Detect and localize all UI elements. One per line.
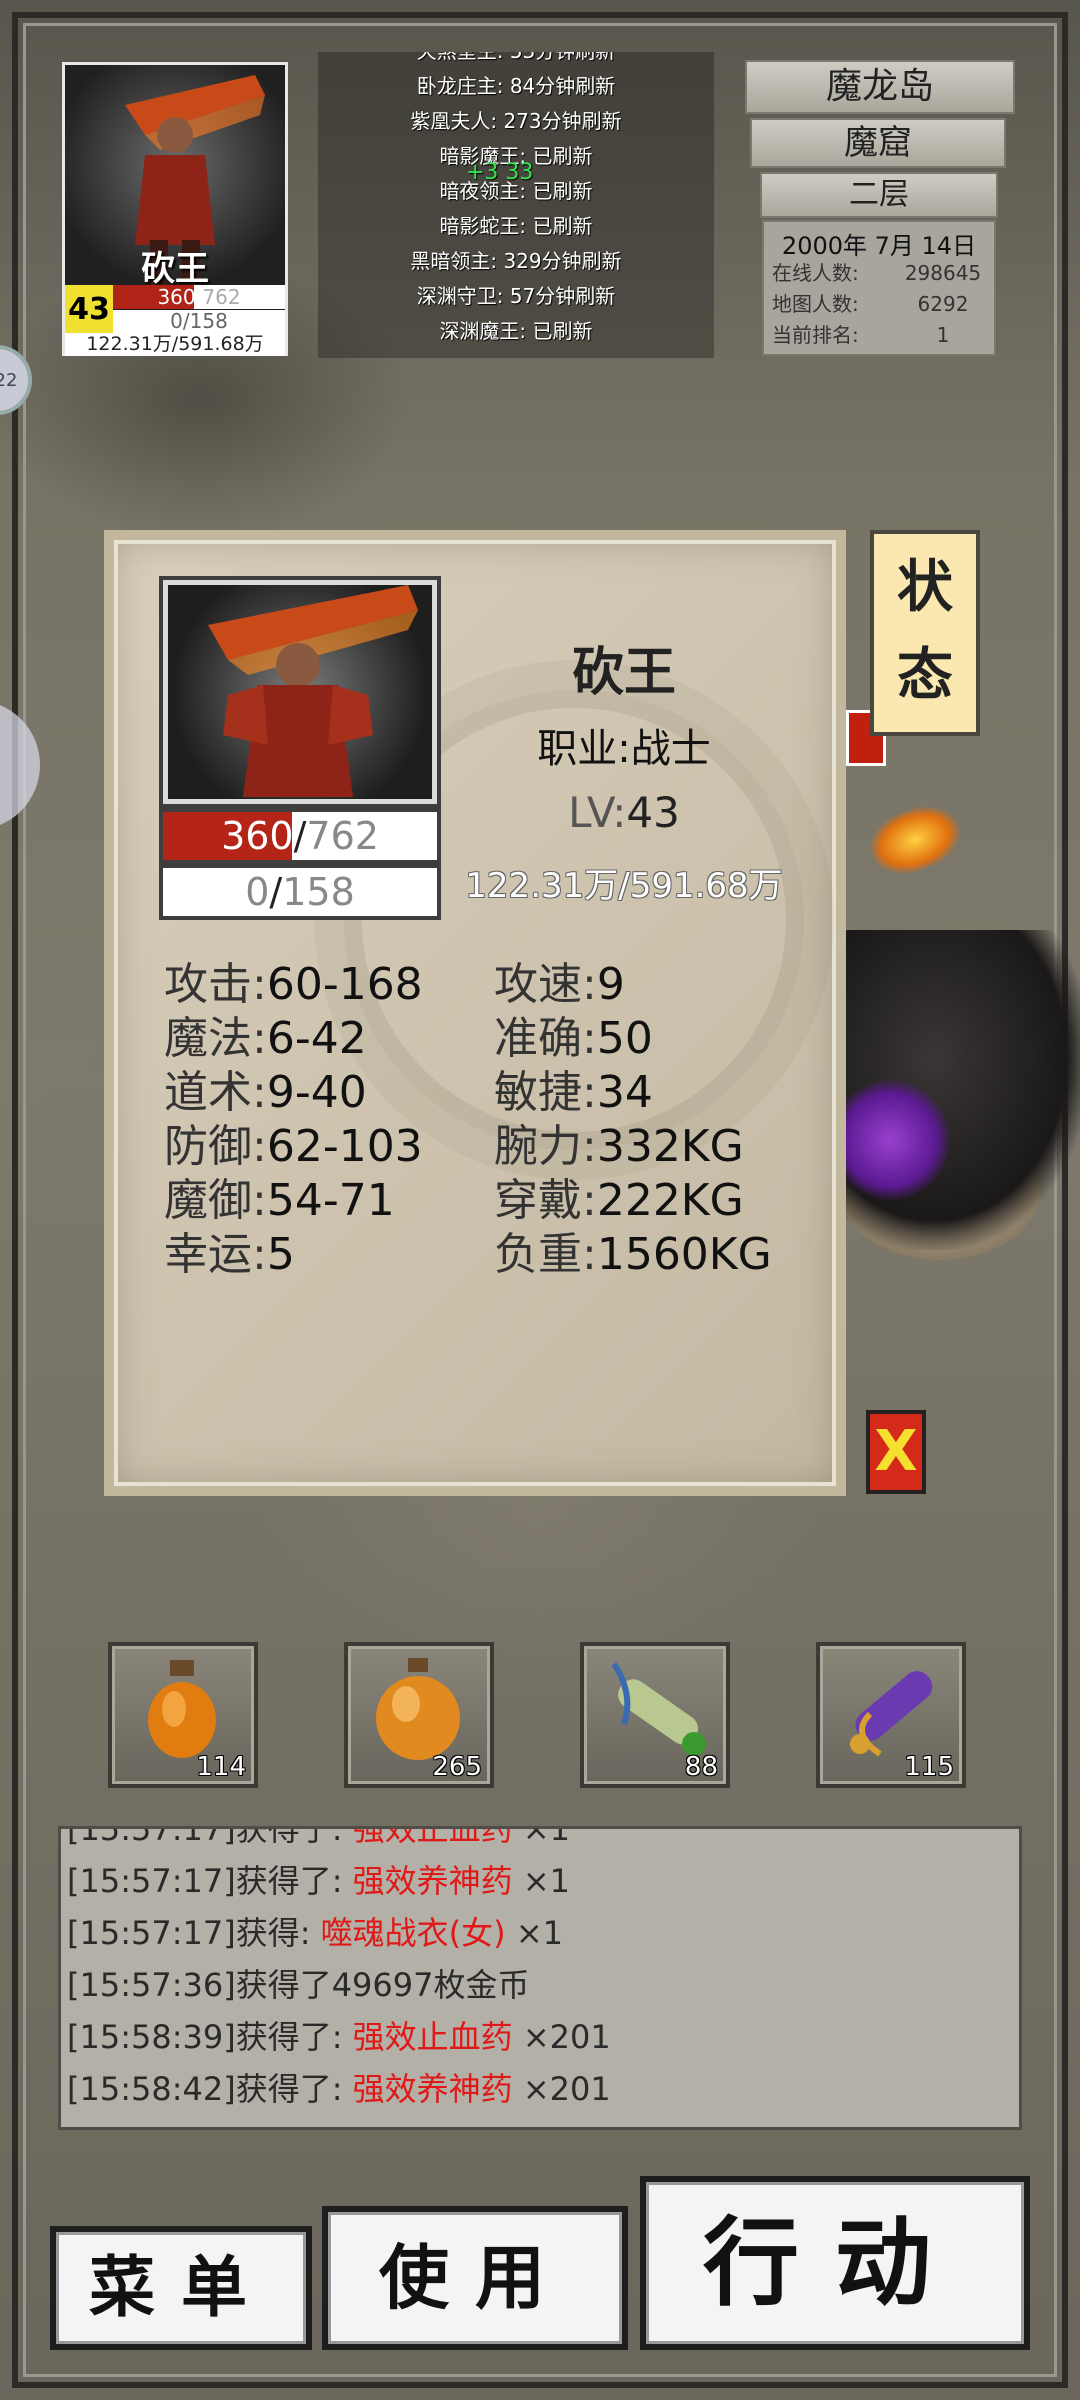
stat-label: 腕力: <box>494 1121 597 1172</box>
action-button[interactable]: 行动 <box>640 2176 1030 2350</box>
boss-refresh-row: 深渊守卫: 57分钟刷新 <box>416 284 616 308</box>
stat-value: 60-168 <box>266 959 423 1010</box>
stat-row: 敏捷:34 <box>494 1066 824 1120</box>
stat-value: 1560KG <box>596 1229 772 1280</box>
hud-hp-bar: 360/762 <box>113 285 285 309</box>
game-date: 2000年 7月 14日 <box>781 232 977 260</box>
server-info-panel: 2000年 7月 14日 在线人数: 298645 地图人数: 6292 当前排名:… <box>762 220 996 356</box>
small-potion-icon <box>148 1660 216 1758</box>
stat-row: 幸运:5 <box>164 1228 494 1282</box>
side-tab-text: 22 <box>0 369 18 391</box>
item-count: 265 <box>432 1752 482 1782</box>
stat-row: 腕力:332KG <box>494 1120 824 1174</box>
floating-damage-text: +3 33 <box>466 160 534 185</box>
hud-mp-bar: 0/158 <box>113 310 285 333</box>
character-status-panel: 360/762 0/158 砍王 职业:战士 LV:43 122.31万/591… <box>104 530 846 1496</box>
tab-status[interactable]: 状 态 <box>870 530 980 736</box>
map-count-row: 地图人数: 6292 <box>772 292 969 316</box>
hp-text: 360/762 <box>221 814 379 858</box>
boss-refresh-row: 黑暗领主: 329分钟刷新 <box>410 249 622 273</box>
log-line-clipped: [15:57:17]获得了: 强效止血药 ×1 <box>67 1826 571 1848</box>
hp-bar: 360/762 <box>159 808 441 864</box>
hero-level: LV:43 <box>568 788 680 837</box>
stat-row: 攻击:60-168 <box>164 958 494 1012</box>
purple-scroll-icon <box>850 1671 933 1757</box>
monster-purple-aura <box>830 1080 950 1200</box>
log-line: [15:58:39]获得了: 强效止血药 ×201 <box>67 2018 611 2056</box>
item-count: 114 <box>196 1752 246 1782</box>
boss-refresh-row: 紫凰夫人: 273分钟刷新 <box>410 109 622 133</box>
rank-row: 当前排名: 1 <box>772 323 950 347</box>
hero-portrait-hud[interactable]: 砍王 43 360/762 0/158 122.31万/591.68万 <box>62 62 288 356</box>
item-slot-small-potion[interactable]: 114 <box>108 1642 258 1788</box>
item-slot-green-scroll[interactable]: 88 <box>580 1642 730 1788</box>
stat-value: 9-40 <box>266 1067 367 1118</box>
message-log[interactable]: [15:57:17]获得了: 强效止血药 ×1 [15:57:17]获得了: 强效… <box>58 1826 1022 2130</box>
hero-exp: 122.31万/591.68万 <box>465 866 783 906</box>
stat-value: 6-42 <box>266 1013 367 1064</box>
green-scroll-icon <box>611 1662 706 1756</box>
stat-value: 50 <box>596 1013 653 1064</box>
stat-row: 防御:62-103 <box>164 1120 494 1174</box>
stat-row: 负重:1560KG <box>494 1228 824 1282</box>
boss-refresh-row: 天煞堂主: 53分钟刷新 <box>318 52 714 69</box>
stat-label: 穿戴: <box>494 1175 597 1226</box>
hero-portrait-large <box>159 576 441 808</box>
item-slot-purple-scroll[interactable]: 115 <box>816 1642 966 1788</box>
menu-button[interactable]: 菜单 <box>50 2226 312 2350</box>
stat-row: 攻速:9 <box>494 958 824 1012</box>
hud-level-badge: 43 <box>65 285 113 333</box>
stat-label: 攻速: <box>494 959 597 1010</box>
hud-hero-name: 砍王 <box>141 249 209 289</box>
stat-row: 穿戴:222KG <box>494 1174 824 1228</box>
stat-value: 54-71 <box>266 1175 395 1226</box>
log-line: [15:57:17]获得: 噬魂战衣(女) ×1 <box>67 1914 563 1952</box>
location-area: 魔窟 <box>750 118 1006 168</box>
item-count: 115 <box>904 1752 954 1782</box>
hud-hp-text: 360/762 <box>157 285 241 309</box>
stat-label: 幸运: <box>164 1229 267 1280</box>
log-line: [15:57:17]获得了: 强效养神药 ×1 <box>67 1862 571 1900</box>
close-button[interactable]: X <box>866 1410 926 1494</box>
stat-label: 负重: <box>494 1229 597 1280</box>
log-line: [15:58:42]获得了: 强效养神药 ×201 <box>67 2070 611 2108</box>
stat-label: 攻击: <box>164 959 267 1010</box>
location-region: 魔龙岛 <box>745 60 1015 114</box>
boss-refresh-row: 卧龙庄主: 84分钟刷新 <box>416 74 616 98</box>
use-button[interactable]: 使用 <box>322 2206 628 2350</box>
stat-label: 魔法: <box>164 1013 267 1064</box>
stat-row: 准确:50 <box>494 1012 824 1066</box>
stat-label: 敏捷: <box>494 1067 597 1118</box>
stat-value: 9 <box>596 959 625 1010</box>
stat-value: 332KG <box>596 1121 744 1172</box>
stat-value: 34 <box>596 1067 653 1118</box>
large-potion-icon <box>376 1658 460 1760</box>
hero-name: 砍王 <box>571 643 676 703</box>
online-count-row: 在线人数: 298645 <box>772 261 982 285</box>
stat-row: 魔法:6-42 <box>164 1012 494 1066</box>
stat-value: 222KG <box>596 1175 744 1226</box>
hud-exp-text: 122.31万/591.68万 <box>65 333 285 356</box>
hero-class: 职业:战士 <box>537 726 711 772</box>
stat-label: 准确: <box>494 1013 597 1064</box>
status-tab-char-2: 态 <box>897 643 953 708</box>
mp-bar: 0/158 <box>159 864 441 920</box>
stat-row: 魔御:54-71 <box>164 1174 494 1228</box>
hero-avatar-large <box>168 585 432 799</box>
stats-grid: 攻击:60-168 攻速:9 魔法:6-42 准确:50 道术:9-40 敏捷:34 防御:… <box>164 958 824 1282</box>
boss-refresh-row: 深渊魔王: 已刷新 <box>439 319 593 343</box>
location-floor: 二层 <box>760 172 998 218</box>
stat-label: 道术: <box>164 1067 267 1118</box>
item-count: 88 <box>684 1752 718 1782</box>
stat-label: 防御: <box>164 1121 267 1172</box>
boss-refresh-row: 暗影蛇王: 已刷新 <box>439 214 593 238</box>
stat-label: 魔御: <box>164 1175 267 1226</box>
boss-refresh-list[interactable]: 天煞堂主: 53分钟刷新卧龙庄主: 84分钟刷新紫凰夫人: 273分钟刷新暗影魔… <box>318 52 714 358</box>
stat-value: 62-103 <box>266 1121 423 1172</box>
item-slot-large-potion[interactable]: 265 <box>344 1642 494 1788</box>
stat-row: 道术:9-40 <box>164 1066 494 1120</box>
log-line: [15:57:36]获得了49697枚金币 <box>67 1966 530 2004</box>
stat-value: 5 <box>266 1229 295 1280</box>
status-tab-char-1: 状 <box>897 555 953 620</box>
